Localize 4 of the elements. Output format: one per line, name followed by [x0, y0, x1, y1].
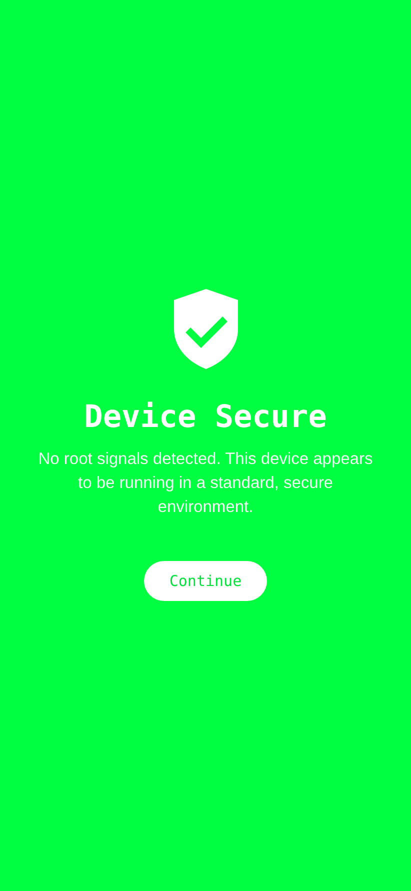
shield-check-icon	[174, 288, 238, 368]
status-message: No root signals detected. This device appears to be running in a standard, secure environment.	[37, 448, 374, 518]
status-title: Device Secure	[84, 398, 327, 434]
continue-button[interactable]: Continue	[144, 560, 267, 600]
